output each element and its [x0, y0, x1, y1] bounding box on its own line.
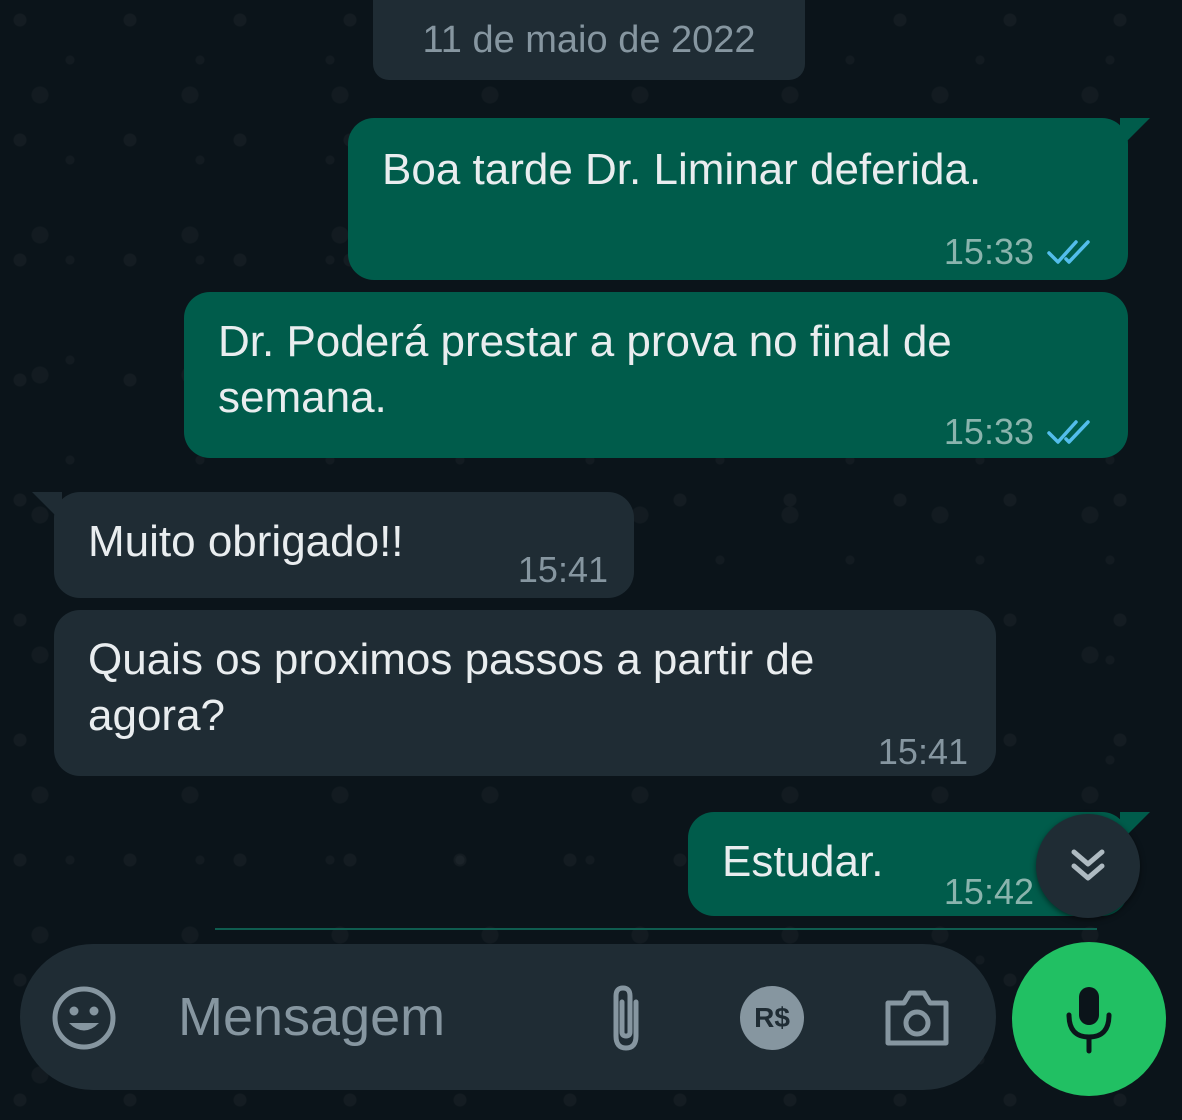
- microphone-icon: [1066, 987, 1112, 1054]
- message-outgoing[interactable]: Dr. Poderá prestar a prova no final de s…: [184, 292, 1128, 458]
- camera-icon: [885, 990, 949, 1046]
- message-time: 15:42: [943, 871, 1034, 912]
- message-time: 15:41: [517, 549, 608, 590]
- message-incoming[interactable]: Quais os proximos passos a partir de ago…: [54, 610, 996, 776]
- message-outgoing[interactable]: Boa tarde Dr. Liminar deferida. 15:33: [348, 118, 1150, 280]
- chat-area[interactable]: 11 de maio de 2022 Boa tarde Dr. Liminar…: [0, 0, 1182, 1120]
- date-separator: 11 de maio de 2022: [373, 0, 805, 80]
- voice-record-button[interactable]: [1012, 942, 1166, 1096]
- message-composer[interactable]: Mensagem R$: [20, 944, 996, 1090]
- emoji-button[interactable]: [48, 982, 120, 1054]
- message-incoming[interactable]: Muito obrigado!! 15:41: [32, 492, 634, 598]
- message-text: Dr. Poderá prestar a prova no final de s…: [218, 317, 952, 422]
- date-separator-label: 11 de maio de 2022: [422, 18, 756, 61]
- paperclip-icon: [613, 985, 639, 1051]
- message-time: 15:41: [877, 731, 968, 772]
- message-text: Boa tarde Dr. Liminar deferida.: [382, 145, 982, 194]
- emoji-icon: [52, 986, 116, 1050]
- message-input[interactable]: Mensagem: [178, 944, 445, 1090]
- message-time: 15:33: [943, 231, 1034, 272]
- message-text: Quais os proximos passos a partir de ago…: [88, 635, 815, 740]
- message-text: Estudar.: [722, 837, 884, 886]
- message-input-placeholder: Mensagem: [178, 987, 446, 1047]
- double-chevron-down-icon: [1071, 849, 1105, 881]
- double-check-icon: [1047, 420, 1090, 444]
- payment-icon-label: R$: [754, 1002, 790, 1033]
- payment-button[interactable]: R$: [738, 984, 806, 1052]
- message-time: 15:33: [943, 411, 1034, 452]
- divider: [215, 928, 1097, 930]
- double-check-icon: [1047, 240, 1090, 264]
- message-text: Muito obrigado!!: [88, 517, 404, 566]
- attach-button[interactable]: [600, 980, 652, 1056]
- scroll-to-bottom-button[interactable]: [1036, 814, 1140, 918]
- camera-button[interactable]: [880, 984, 954, 1052]
